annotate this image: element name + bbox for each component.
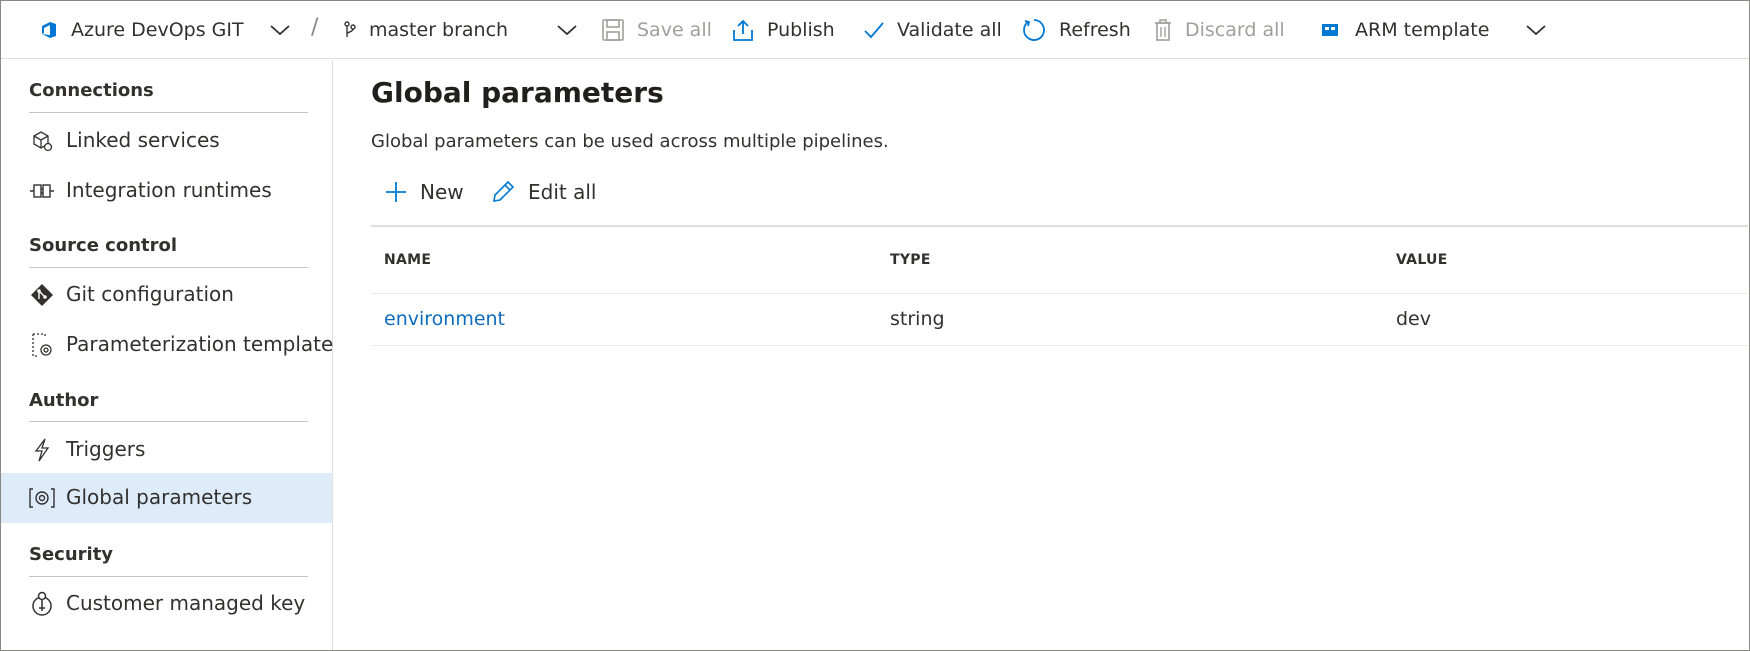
sidebar-item-label: Git configuration bbox=[66, 282, 234, 306]
column-header-type[interactable]: TYPE bbox=[890, 252, 931, 268]
chevron-down-icon bbox=[270, 25, 290, 36]
parameter-type: string bbox=[890, 308, 945, 330]
publish-label: Publish bbox=[767, 19, 835, 41]
key-icon bbox=[29, 591, 55, 616]
refresh-label: Refresh bbox=[1059, 19, 1131, 41]
git-icon bbox=[29, 283, 55, 307]
section-header-author: Author bbox=[29, 390, 99, 411]
sidebar-item-parameterization-template[interactable]: Parameterization template bbox=[1, 320, 334, 370]
page-description: Global parameters can be used across mul… bbox=[371, 131, 889, 152]
validate-all-button[interactable]: Validate all bbox=[863, 1, 1002, 59]
section-divider bbox=[29, 112, 308, 113]
section-divider bbox=[29, 421, 308, 422]
branch-label: master branch bbox=[369, 19, 509, 41]
sidebar-item-label: Customer managed key bbox=[66, 591, 306, 615]
save-all-label: Save all bbox=[637, 19, 712, 41]
refresh-button[interactable]: Refresh bbox=[1021, 1, 1131, 59]
branch-icon bbox=[344, 21, 356, 37]
section-header-security: Security bbox=[29, 544, 114, 565]
linked-services-icon bbox=[29, 129, 55, 153]
sidebar-item-customer-managed-key[interactable]: Customer managed key bbox=[1, 579, 332, 629]
trigger-icon bbox=[29, 438, 55, 462]
new-button[interactable]: New bbox=[384, 172, 464, 212]
publish-button[interactable]: Publish bbox=[731, 1, 835, 59]
branch-selector[interactable]: master branch bbox=[343, 1, 508, 59]
branch-dropdown-chevron[interactable] bbox=[556, 1, 578, 59]
arm-template-dropdown-chevron[interactable] bbox=[1525, 1, 1547, 59]
plus-icon bbox=[386, 182, 406, 202]
sidebar-item-label: Global parameters bbox=[66, 485, 253, 509]
parameter-name-link[interactable]: environment bbox=[384, 308, 505, 330]
column-header-name[interactable]: NAME bbox=[384, 252, 431, 268]
global-parameters-icon bbox=[29, 486, 55, 510]
pencil-icon bbox=[493, 180, 515, 202]
sidebar-item-triggers[interactable]: Triggers bbox=[1, 425, 332, 475]
repo-dropdown-chevron[interactable] bbox=[269, 1, 291, 59]
sidebar-item-integration-runtimes[interactable]: Integration runtimes bbox=[1, 166, 332, 216]
command-bar-divider bbox=[371, 225, 1748, 227]
discard-all-button[interactable]: Discard all bbox=[1153, 1, 1285, 59]
table-row[interactable]: environment string dev bbox=[371, 293, 1748, 346]
refresh-icon bbox=[1023, 19, 1045, 41]
main-content: Global parameters Global parameters can … bbox=[334, 60, 1748, 650]
column-header-value[interactable]: VALUE bbox=[1396, 252, 1448, 268]
validate-all-label: Validate all bbox=[897, 19, 1002, 41]
sidebar-item-git-configuration[interactable]: Git configuration bbox=[1, 270, 332, 320]
page-title: Global parameters bbox=[371, 76, 664, 109]
integration-runtime-icon bbox=[29, 179, 55, 203]
publish-icon bbox=[733, 19, 753, 41]
sidebar-item-linked-services[interactable]: Linked services bbox=[1, 116, 332, 166]
factory-toolbar: Azure DevOps GIT / master branch Save al… bbox=[1, 1, 1749, 59]
azure-devops-icon bbox=[42, 22, 56, 38]
parameterization-template-icon bbox=[29, 333, 55, 357]
manage-sidebar: Connections Linked services Integration … bbox=[1, 60, 333, 650]
repo-selector[interactable]: Azure DevOps GIT bbox=[39, 1, 244, 59]
section-header-source-control: Source control bbox=[29, 235, 178, 256]
edit-all-button[interactable]: Edit all bbox=[490, 172, 596, 212]
new-label: New bbox=[420, 180, 464, 204]
arm-template-icon bbox=[1322, 24, 1338, 36]
chevron-down-icon bbox=[1526, 25, 1546, 36]
trash-icon bbox=[1155, 19, 1171, 41]
checkmark-icon bbox=[864, 22, 884, 39]
arm-template-label: ARM template bbox=[1355, 19, 1490, 41]
sidebar-item-label: Triggers bbox=[66, 437, 146, 461]
sidebar-item-label: Integration runtimes bbox=[66, 178, 272, 202]
section-divider bbox=[29, 267, 308, 268]
discard-all-label: Discard all bbox=[1185, 19, 1285, 41]
path-separator: / bbox=[311, 15, 319, 40]
save-icon bbox=[602, 19, 624, 41]
sidebar-item-label: Parameterization template bbox=[66, 332, 334, 356]
repo-label: Azure DevOps GIT bbox=[71, 19, 244, 41]
section-divider bbox=[29, 576, 308, 577]
parameter-value: dev bbox=[1396, 308, 1431, 330]
save-all-button[interactable]: Save all bbox=[601, 1, 712, 59]
arm-template-button[interactable]: ARM template bbox=[1321, 1, 1489, 59]
chevron-down-icon bbox=[557, 25, 577, 36]
section-header-connections: Connections bbox=[29, 80, 154, 101]
edit-all-label: Edit all bbox=[528, 180, 597, 204]
sidebar-item-label: Linked services bbox=[66, 128, 220, 152]
sidebar-item-global-parameters[interactable]: Global parameters bbox=[1, 473, 332, 523]
